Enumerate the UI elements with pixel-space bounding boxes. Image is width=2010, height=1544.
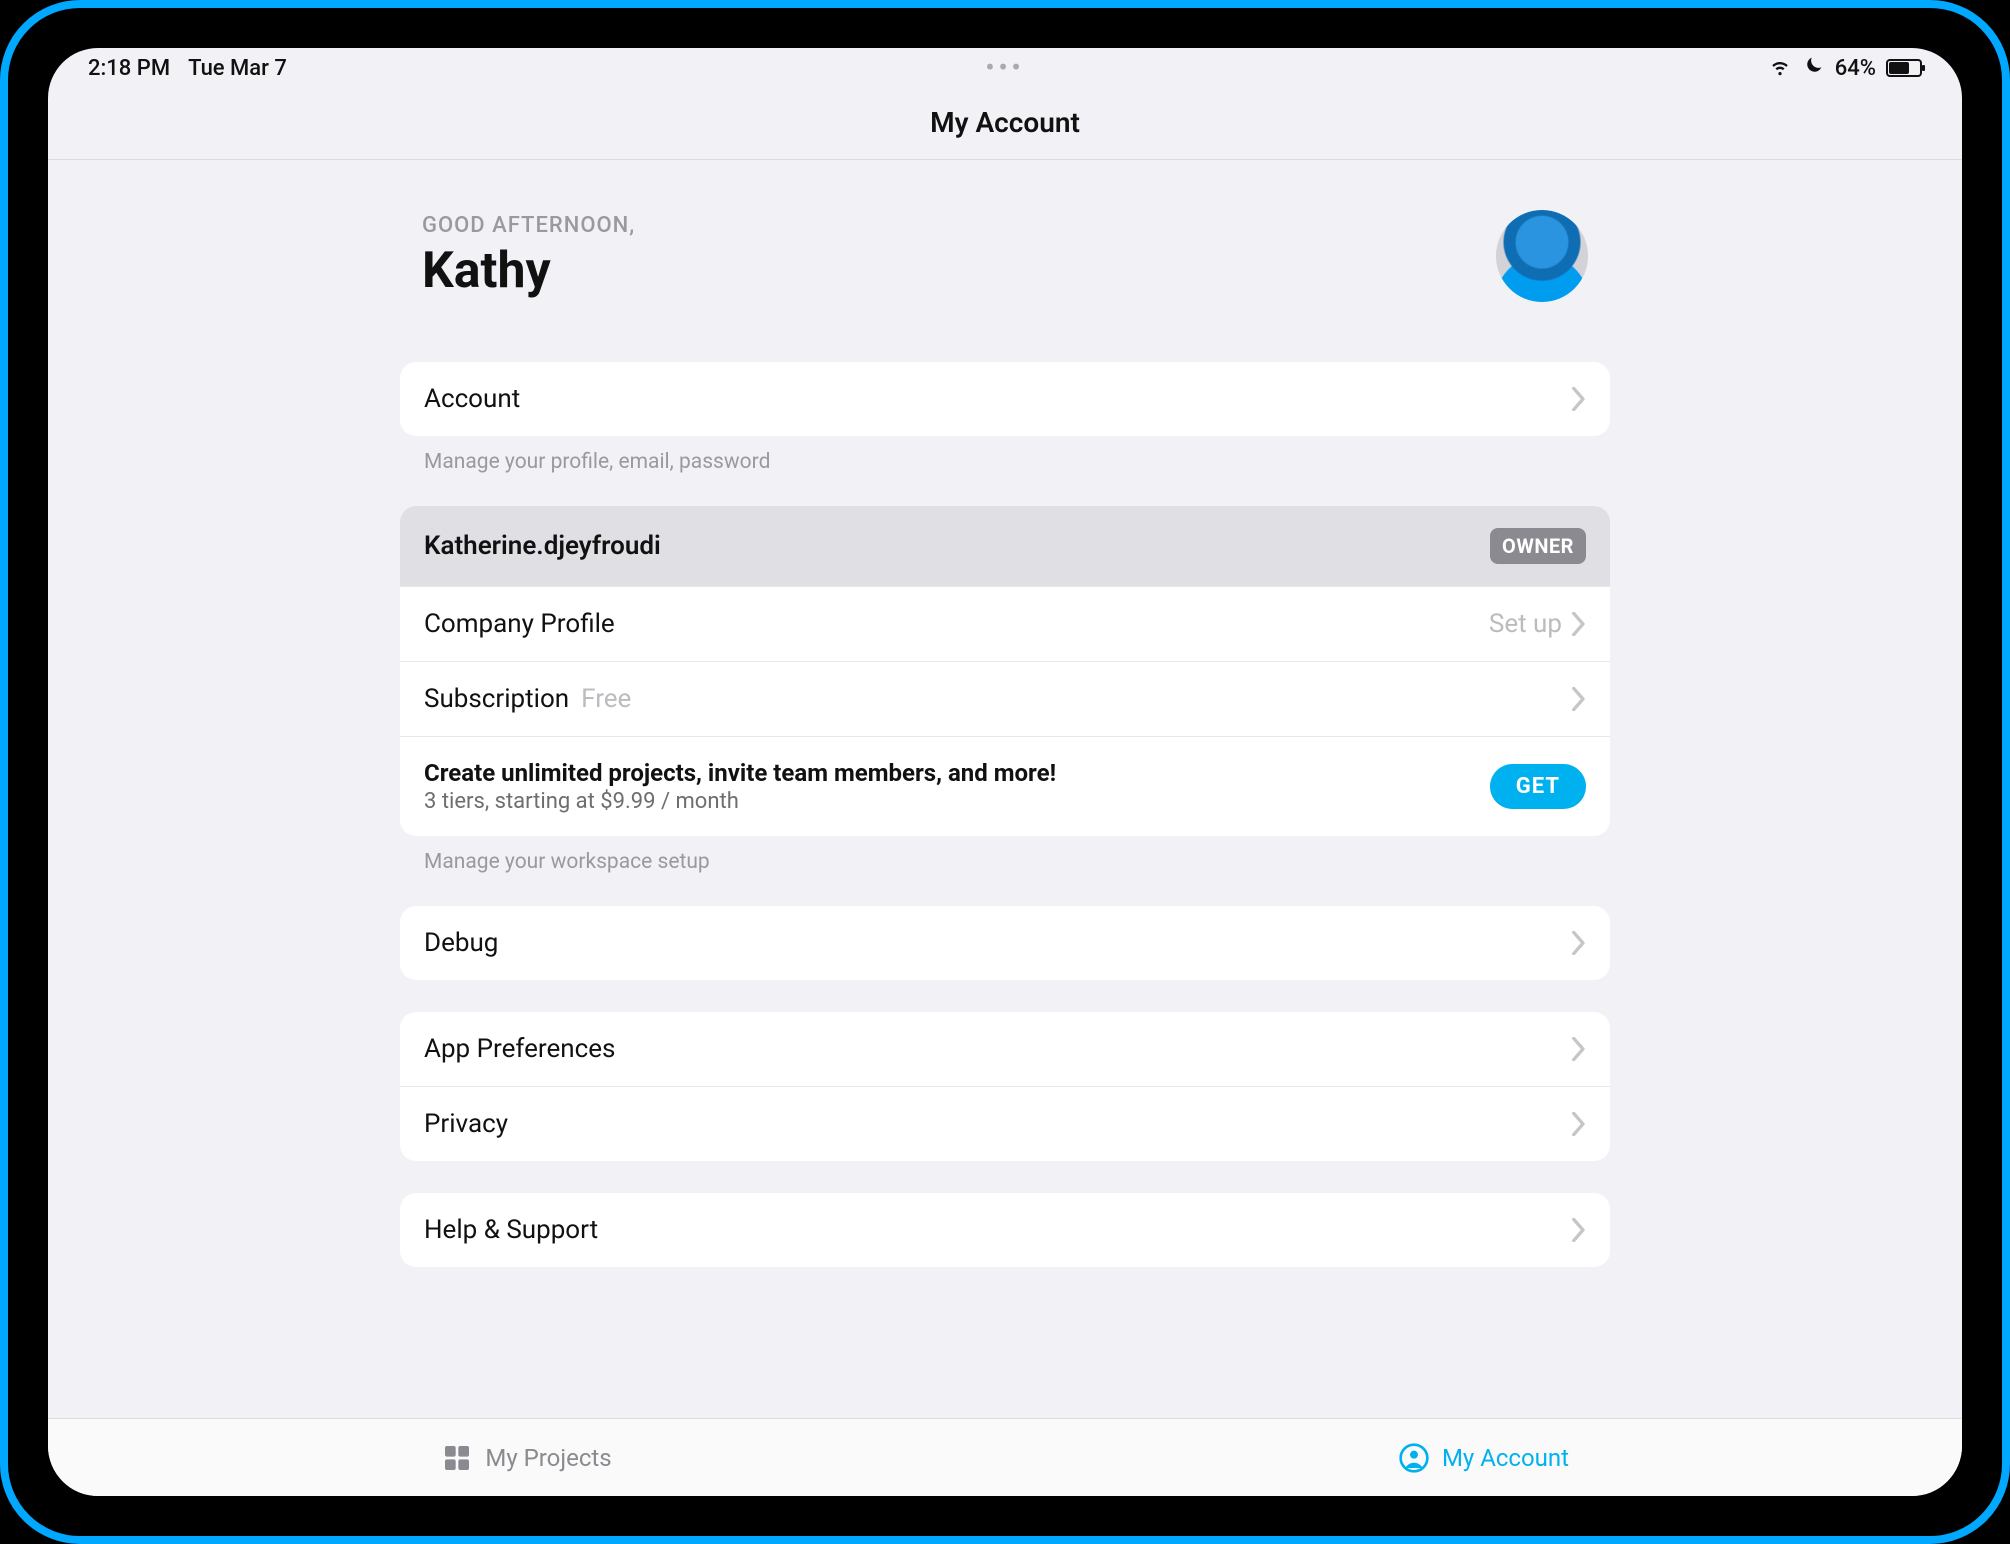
app-preferences-label: App Preferences — [424, 1034, 615, 1064]
account-row[interactable]: Account — [400, 362, 1610, 436]
privacy-label: Privacy — [424, 1109, 508, 1139]
company-profile-label: Company Profile — [424, 609, 615, 639]
subscription-value: Free — [581, 684, 631, 714]
promo-title: Create unlimited projects, invite team m… — [424, 759, 1056, 787]
subscription-label: Subscription — [424, 684, 569, 714]
account-footer: Manage your profile, email, password — [400, 436, 1610, 474]
status-bar: 2:18 PM Tue Mar 7 ••• 64% — [48, 48, 1962, 88]
subscription-promo-row: Create unlimited projects, invite team m… — [400, 737, 1610, 836]
help-support-row[interactable]: Help & Support — [400, 1193, 1610, 1267]
help-support-label: Help & Support — [424, 1215, 598, 1245]
chevron-right-icon — [1572, 612, 1586, 636]
tab-bar: My Projects My Account — [48, 1418, 1962, 1496]
multitask-dots-icon[interactable]: ••• — [985, 53, 1024, 83]
status-right: 64% — [1767, 52, 1922, 84]
content-scroll[interactable]: GOOD AFTERNOON, Kathy Account Manage — [48, 160, 1962, 1418]
company-profile-row[interactable]: Company Profile Set up — [400, 587, 1610, 662]
chevron-right-icon — [1572, 687, 1586, 711]
device-frame: 2:18 PM Tue Mar 7 ••• 64% My Account — [0, 0, 2010, 1544]
debug-label: Debug — [424, 928, 498, 958]
person-circle-icon — [1398, 1442, 1430, 1474]
wifi-icon — [1767, 52, 1793, 84]
subscription-row[interactable]: Subscription Free — [400, 662, 1610, 737]
greeting-label: GOOD AFTERNOON, — [422, 213, 635, 238]
screen: 2:18 PM Tue Mar 7 ••• 64% My Account — [48, 48, 1962, 1496]
greeting-row: GOOD AFTERNOON, Kathy — [400, 210, 1610, 302]
privacy-row[interactable]: Privacy — [400, 1087, 1610, 1161]
chevron-right-icon — [1572, 1112, 1586, 1136]
company-profile-value: Set up — [1489, 609, 1562, 639]
workspace-footer: Manage your workspace setup — [400, 836, 1610, 874]
avatar[interactable] — [1496, 210, 1588, 302]
chevron-right-icon — [1572, 387, 1586, 411]
tab-my-account-label: My Account — [1442, 1444, 1569, 1472]
workspace-header-row: Katherine.djeyfroudi OWNER — [400, 506, 1610, 587]
status-left: 2:18 PM Tue Mar 7 — [88, 56, 287, 81]
workspace-name: Katherine.djeyfroudi — [424, 531, 661, 561]
account-label: Account — [424, 384, 520, 414]
page-title: My Account — [48, 88, 1962, 160]
status-time: 2:18 PM — [88, 56, 170, 81]
promo-subtitle: 3 tiers, starting at $9.99 / month — [424, 789, 1056, 814]
get-button[interactable]: GET — [1490, 764, 1586, 809]
battery-icon — [1886, 59, 1922, 77]
battery-percent: 64% — [1835, 56, 1876, 81]
chevron-right-icon — [1572, 1037, 1586, 1061]
tab-my-projects-label: My Projects — [485, 1444, 611, 1472]
app-preferences-row[interactable]: App Preferences — [400, 1012, 1610, 1087]
owner-badge: OWNER — [1490, 528, 1586, 564]
debug-row[interactable]: Debug — [400, 906, 1610, 980]
status-date: Tue Mar 7 — [188, 56, 287, 81]
tab-my-projects[interactable]: My Projects — [48, 1419, 1005, 1496]
chevron-right-icon — [1572, 1218, 1586, 1242]
moon-icon — [1803, 54, 1825, 82]
grid-icon — [441, 1442, 473, 1474]
chevron-right-icon — [1572, 931, 1586, 955]
tab-my-account[interactable]: My Account — [1005, 1419, 1962, 1496]
greeting-name: Kathy — [422, 242, 635, 300]
